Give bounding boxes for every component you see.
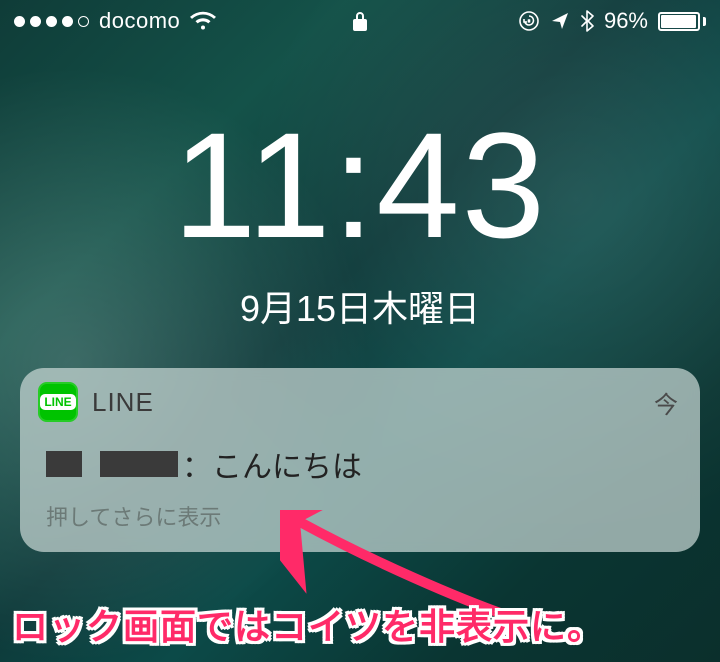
lock-icon bbox=[352, 10, 368, 32]
notification-hint: 押してさらに表示 bbox=[20, 494, 700, 552]
location-icon bbox=[550, 11, 570, 31]
lock-time: 11:43 bbox=[0, 110, 720, 260]
notification-body: ：こんにちは bbox=[20, 430, 700, 494]
cellular-signal-icon bbox=[14, 16, 89, 27]
orientation-lock-icon bbox=[518, 10, 540, 32]
line-app-badge: LINE bbox=[40, 394, 75, 410]
battery-icon bbox=[658, 12, 706, 31]
carrier-label: docomo bbox=[99, 8, 180, 34]
status-left: docomo bbox=[14, 8, 216, 34]
lock-date: 9月15日木曜日 bbox=[0, 280, 720, 332]
wifi-icon bbox=[190, 11, 216, 31]
notification-app-name: LINE bbox=[92, 387, 640, 418]
notification-message-text: ：こんにちは bbox=[182, 442, 362, 486]
status-center bbox=[352, 10, 368, 32]
status-right: 96% bbox=[518, 8, 706, 34]
bluetooth-icon bbox=[580, 10, 594, 32]
redacted-sender-part bbox=[100, 451, 178, 477]
notification-header: LINE LINE 今 bbox=[20, 368, 700, 430]
lock-screen: docomo 96% 11 bbox=[0, 0, 720, 662]
line-app-icon: LINE bbox=[38, 382, 78, 422]
notification-card[interactable]: LINE LINE 今 ：こんにちは 押してさらに表示 bbox=[20, 368, 700, 552]
notification-time: 今 bbox=[654, 385, 678, 420]
redacted-sender-part bbox=[46, 451, 82, 477]
annotation-caption: ロック画面ではコイツを非表示に。 bbox=[0, 588, 720, 662]
status-bar: docomo 96% bbox=[0, 0, 720, 42]
notification-message: ：こんにちは bbox=[46, 442, 678, 486]
battery-percent: 96% bbox=[604, 8, 648, 34]
